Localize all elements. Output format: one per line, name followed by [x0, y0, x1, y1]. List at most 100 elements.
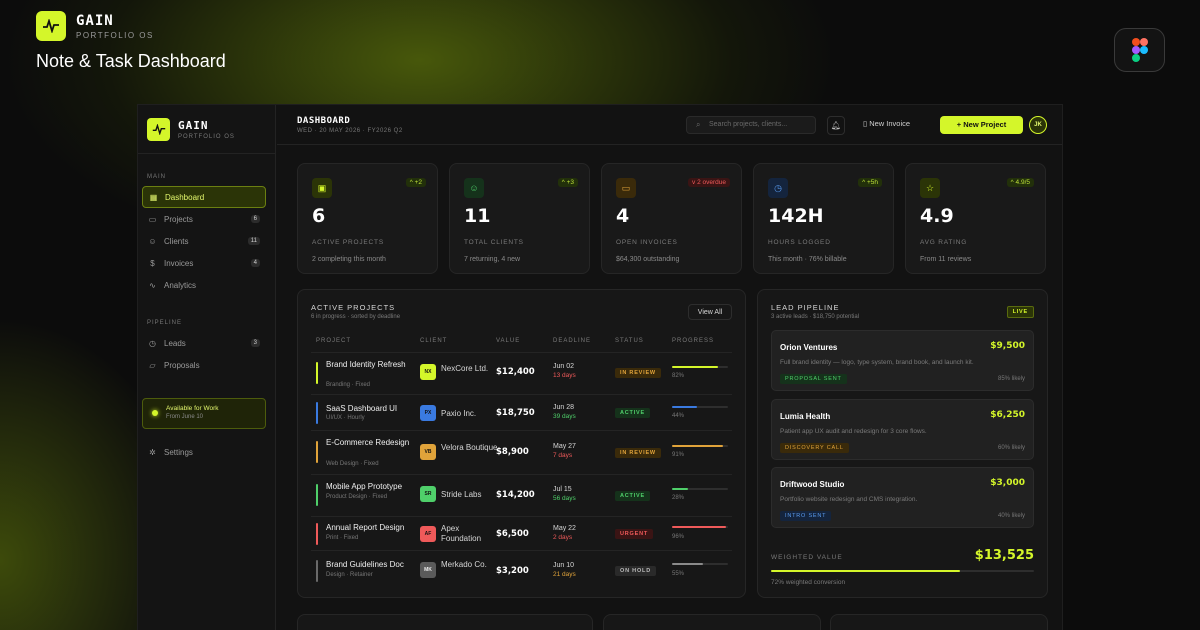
stat-label: TOTAL CLIENTS — [464, 239, 524, 246]
project-value: $14,200 — [496, 490, 535, 500]
search-placeholder: Search projects, clients... — [709, 121, 788, 128]
client-name: Apex Foundation — [441, 524, 482, 543]
grid-icon: ▦ — [149, 192, 158, 202]
users-icon: ☺ — [148, 236, 157, 246]
table-row[interactable]: E-Commerce Redesign Web Design · Fixed V… — [311, 430, 732, 474]
stat-value: 4 — [616, 205, 630, 227]
pulse-logo-icon — [147, 117, 170, 141]
status-badge: URGENT — [615, 529, 654, 539]
project-value: $6,500 — [496, 529, 529, 539]
table-row[interactable]: Brand Identity Refresh Branding · Fixed … — [311, 352, 732, 394]
project-category: Web Design · Fixed — [326, 461, 379, 467]
page-title: DASHBOARD — [297, 116, 351, 126]
sidebar-item-label: Projects — [164, 214, 193, 224]
sidebar-item-analytics[interactable]: ∿ Analytics — [142, 274, 266, 296]
progress-bar — [672, 445, 728, 447]
clock-icon: ◷ — [768, 178, 788, 198]
stat-sub: 7 returning, 4 new — [464, 256, 521, 263]
card-icon: ▭ — [616, 178, 636, 198]
stat-card-hours: ◷ ^ +5h 142H HOURS LOGGED This month · 7… — [753, 163, 894, 274]
stat-card-invoices: ▭ v 2 overdue 4 OPEN INVOICES $64,300 ou… — [601, 163, 742, 274]
dollar-icon: $ — [150, 258, 155, 268]
lead-card[interactable]: Driftwood Studio $3,000 Portfolio websit… — [771, 467, 1034, 528]
new-project-button[interactable]: + New Project — [940, 116, 1023, 134]
count-badge: 4 — [250, 259, 260, 267]
sidebar-item-dashboard[interactable]: ▦ Dashboard — [142, 186, 266, 208]
sidebar-item-invoices[interactable]: $ Invoices 4 — [142, 252, 266, 274]
figma-icon[interactable] — [1114, 28, 1165, 72]
client-logo: NX — [420, 364, 436, 380]
project-value: $3,200 — [496, 566, 529, 576]
new-invoice-button[interactable]: ▯ New Invoice — [863, 119, 910, 128]
sidebar-item-label: Dashboard — [165, 192, 205, 202]
stat-sub: From 11 reviews — [920, 256, 972, 263]
search-input[interactable]: ⌕ Search projects, clients... — [686, 116, 816, 134]
project-category: Design · Retainer — [326, 572, 373, 578]
bell-icon[interactable]: 🔔︎ — [827, 116, 845, 135]
progress-text: 28% — [672, 495, 685, 501]
deadline-days: 7 days — [553, 452, 573, 459]
progress-fill — [672, 406, 697, 408]
deadline-days: 21 days — [553, 571, 576, 578]
sidebar-item-settings[interactable]: ✲ Settings — [142, 441, 266, 463]
view-all-button[interactable]: View All — [688, 304, 732, 320]
banner-brand-sub: PORTFOLIO OS — [76, 30, 154, 40]
top-bar: DASHBOARD WED · 20 MAY 2026 · FY2026 Q2 … — [277, 105, 1062, 145]
sidebar-item-label: Leads — [164, 338, 186, 348]
progress-fill — [672, 526, 726, 528]
progress-text: 96% — [672, 534, 685, 540]
headline: Note & Task Dashboard — [36, 51, 226, 71]
panel-subtitle: 6 in progress · sorted by deadline — [311, 314, 401, 320]
row-accent — [316, 523, 318, 545]
deadline-date: Jun 28 — [553, 404, 575, 411]
project-category: Print · Fixed — [326, 535, 359, 541]
deadline-date: Jun 02 — [553, 363, 575, 370]
availability-title: Available for Work — [166, 405, 219, 412]
new-invoice-label: New Invoice — [869, 119, 911, 128]
client-logo: SR — [420, 486, 436, 502]
table-row[interactable]: Mobile App Prototype Product Design · Fi… — [311, 474, 732, 516]
stat-value: 11 — [464, 205, 491, 227]
lead-tag: PROPOSAL SENT — [780, 374, 847, 384]
project-name: SaaS Dashboard UI — [326, 404, 398, 413]
availability-card[interactable]: Available for Work From June 10 — [142, 398, 266, 429]
row-accent — [316, 484, 318, 506]
stat-change: ^ +5h — [858, 178, 882, 187]
column-header: PROJECT — [316, 338, 352, 344]
conversion-bar — [771, 570, 1034, 572]
progress-fill — [672, 445, 723, 447]
search-icon: ⌕ — [696, 120, 701, 129]
avatar[interactable]: JK — [1029, 116, 1047, 134]
sidebar-item-clients[interactable]: ☺ Clients 11 — [142, 230, 266, 252]
progress-fill — [672, 366, 718, 368]
deadline-days: 56 days — [553, 495, 576, 502]
sidebar-brand-name: GAIN — [178, 118, 209, 132]
project-name: E-Commerce Redesign — [326, 438, 410, 447]
sidebar-item-proposals[interactable]: ▱ Proposals — [142, 354, 266, 376]
client-logo: VB — [420, 444, 436, 460]
lead-card[interactable]: Orion Ventures $9,500 Full brand identit… — [771, 330, 1034, 391]
progress-bar — [672, 526, 728, 528]
sidebar-item-projects[interactable]: ▭ Projects 6 — [142, 208, 266, 230]
lead-description: Full brand identity — logo, type system,… — [780, 359, 974, 366]
project-category: Product Design · Fixed — [326, 494, 388, 500]
table-row[interactable]: SaaS Dashboard UI UI/UX · Hourly PX Paxi… — [311, 394, 732, 430]
deadline-date: May 27 — [553, 443, 576, 450]
sidebar-item-leads[interactable]: ◷ Leads 3 — [142, 332, 266, 354]
date-panel — [603, 614, 821, 630]
table-row[interactable]: Brand Guidelines Doc Design · Retainer M… — [311, 550, 732, 590]
section-pipeline: PIPELINE — [147, 320, 183, 326]
sidebar-brand-sub: PORTFOLIO OS — [178, 133, 235, 140]
deadline-days: 2 days — [553, 534, 573, 541]
deadline-date: Jun 10 — [553, 562, 575, 569]
lead-value: $6,250 — [990, 410, 1025, 420]
stat-change: ^ 4.9/5 — [1006, 178, 1034, 187]
client-logo: MK — [420, 562, 436, 578]
status-dot — [152, 410, 158, 416]
table-row[interactable]: Annual Report Design Print · Fixed AF Ap… — [311, 516, 732, 550]
sidebar-item-label: Invoices — [164, 258, 194, 268]
lead-card[interactable]: Lumia Health $6,250 Patient app UX audit… — [771, 399, 1034, 460]
lead-value: $3,000 — [990, 478, 1025, 488]
lead-value: $9,500 — [990, 341, 1025, 351]
column-header: STATUS — [615, 338, 644, 344]
